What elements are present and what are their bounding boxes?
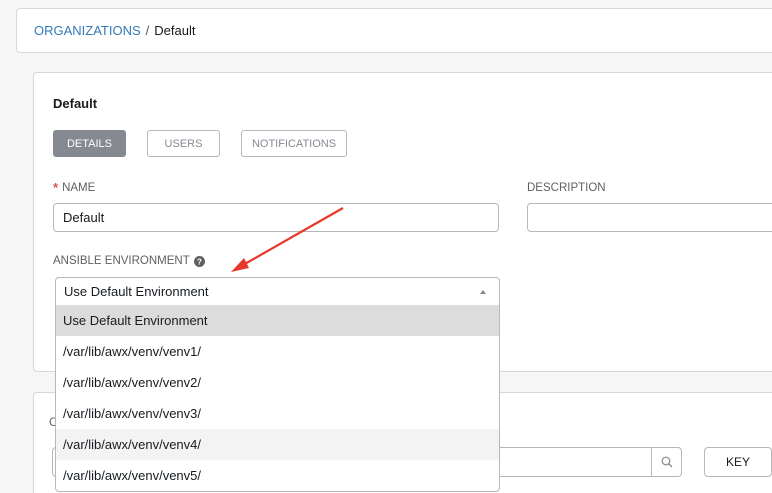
- select-value: Use Default Environment: [64, 284, 209, 299]
- search-icon: [661, 456, 672, 468]
- dropdown-option[interactable]: /var/lib/awx/venv/venv4/: [56, 429, 499, 460]
- name-label: * NAME: [53, 180, 96, 195]
- dropdown-option[interactable]: /var/lib/awx/venv/venv2/: [56, 367, 499, 398]
- question-circle-icon[interactable]: ?: [193, 255, 205, 267]
- dropdown-option[interactable]: /var/lib/awx/venv/venv1/: [56, 336, 499, 367]
- description-label: DESCRIPTION: [527, 182, 606, 194]
- tab-users[interactable]: USERS: [147, 130, 220, 157]
- dropdown-option[interactable]: /var/lib/awx/venv/venv5/: [56, 460, 499, 491]
- breadcrumb-organizations-link[interactable]: ORGANIZATIONS: [34, 23, 141, 38]
- svg-text:?: ?: [197, 257, 202, 266]
- key-button[interactable]: KEY: [704, 447, 772, 477]
- required-marker: *: [53, 180, 59, 195]
- ansible-environment-label: ANSIBLE ENVIRONMENT ?: [53, 255, 205, 267]
- tab-details[interactable]: DETAILS: [53, 130, 126, 157]
- form-tabs: DETAILS USERS NOTIFICATIONS: [53, 130, 368, 157]
- description-input[interactable]: [527, 203, 772, 232]
- caret-up-icon: [480, 289, 486, 294]
- name-input[interactable]: Default: [53, 203, 499, 232]
- tab-notifications[interactable]: NOTIFICATIONS: [241, 130, 347, 157]
- form-title: Default: [53, 96, 98, 111]
- dropdown-option[interactable]: /var/lib/awx/venv/venv3/: [56, 398, 499, 429]
- breadcrumb-separator: /: [145, 23, 150, 38]
- dropdown-option[interactable]: Use Default Environment: [56, 305, 499, 336]
- breadcrumb: ORGANIZATIONS / Default: [16, 8, 772, 53]
- search-button[interactable]: [651, 447, 682, 477]
- breadcrumb-current: Default: [154, 23, 196, 38]
- ansible-environment-select[interactable]: Use Default Environment: [55, 277, 500, 306]
- environment-dropdown: Use Default Environment /var/lib/awx/ven…: [55, 305, 500, 492]
